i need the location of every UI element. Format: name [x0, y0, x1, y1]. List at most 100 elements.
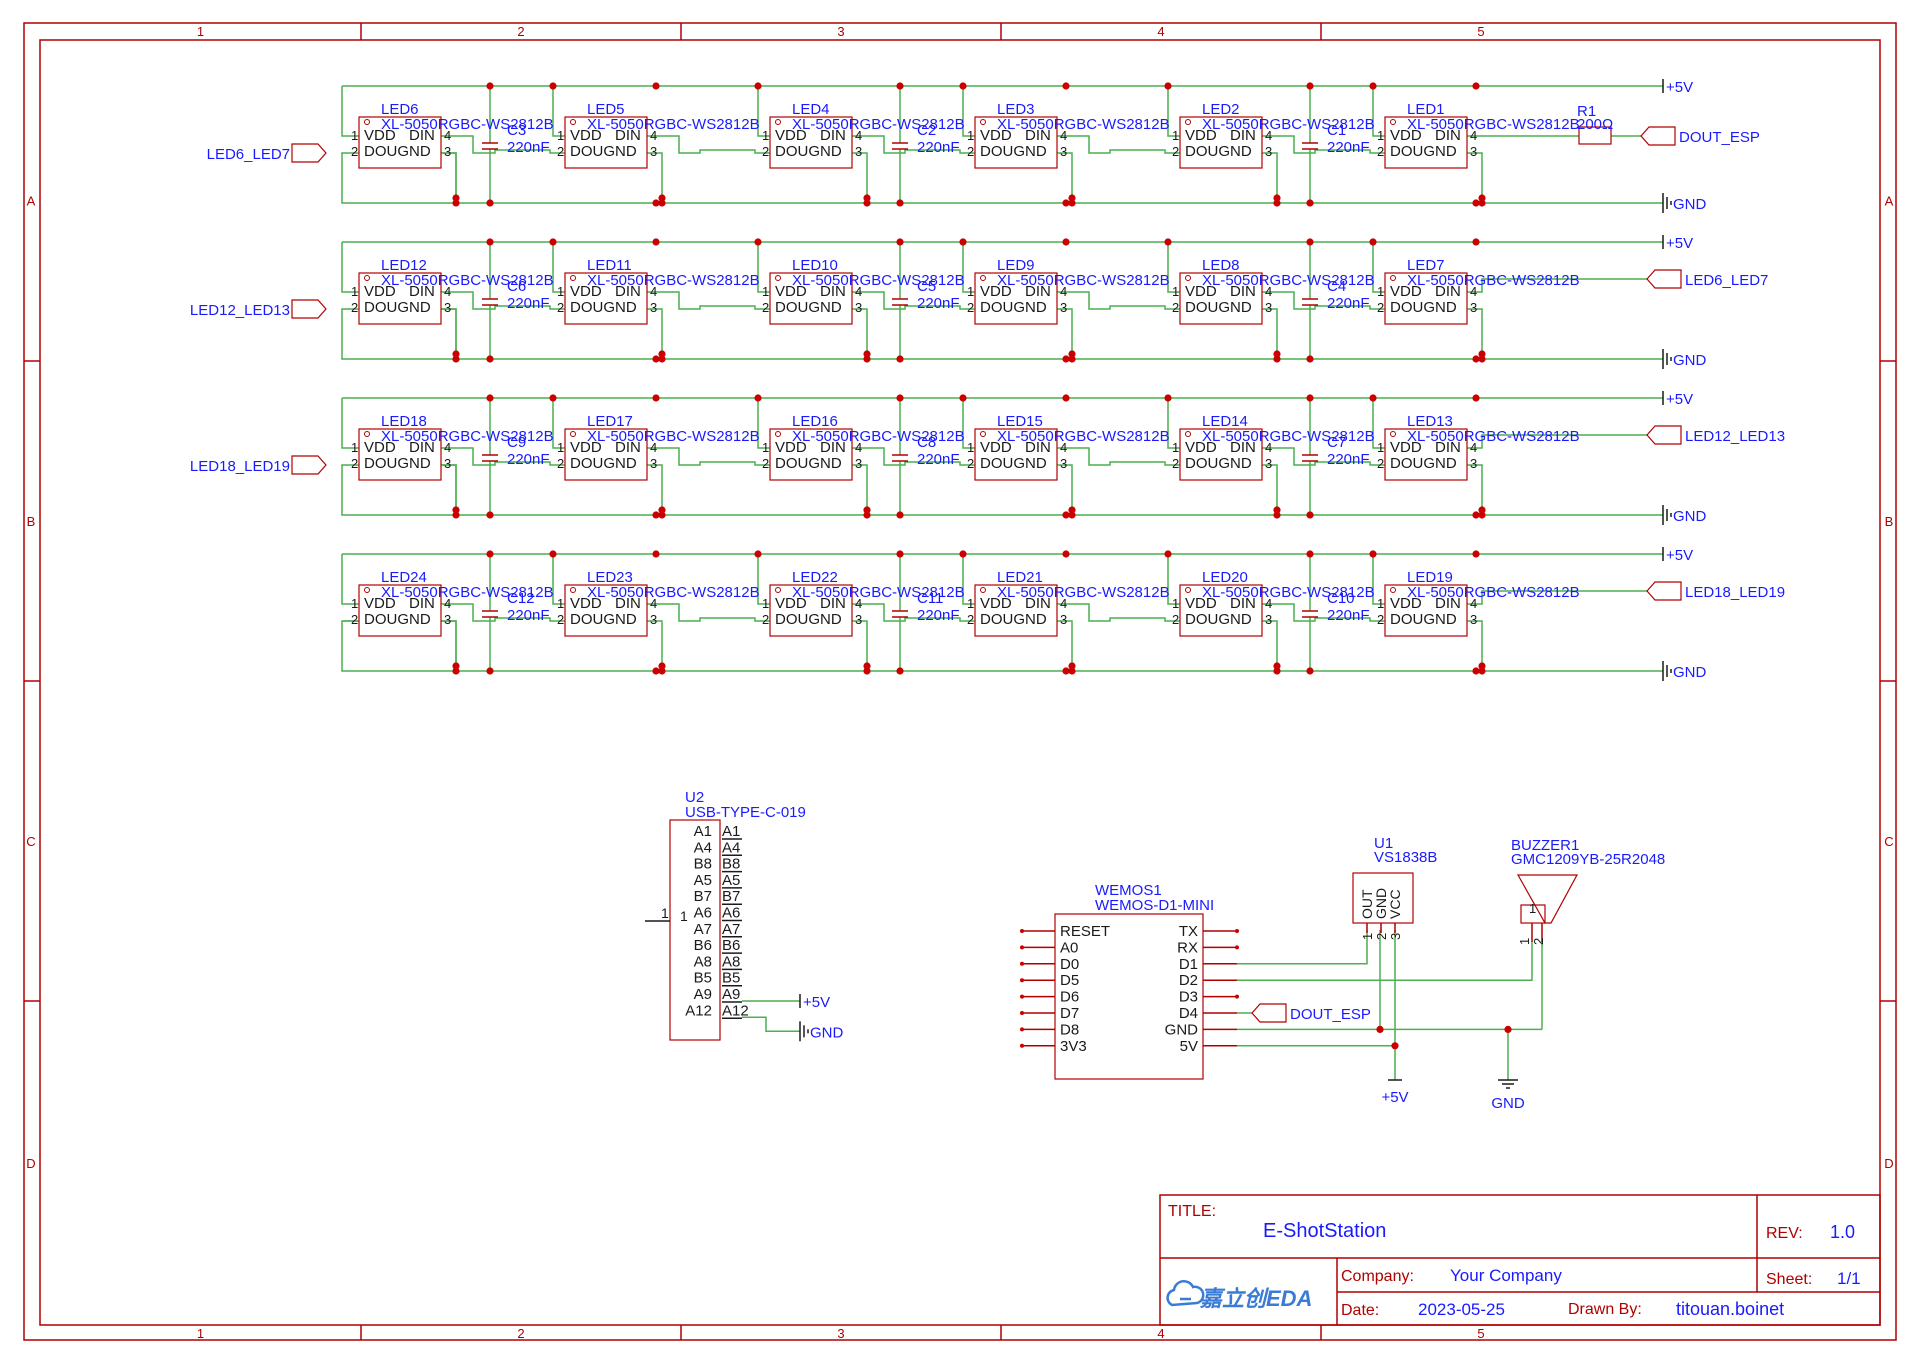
cap-value: 220nF: [507, 451, 550, 468]
wemos-pin-name: TX: [1179, 923, 1198, 940]
pin-num: 3: [855, 300, 862, 315]
led-part: XL-5050RGBC-WS2812B: [587, 428, 760, 445]
usb-pin-num: A6: [722, 905, 740, 922]
junction-dot: [754, 82, 762, 90]
junction-dot: [549, 82, 557, 90]
pin-num: 3: [444, 612, 451, 627]
pin-name-dougnd: DOUGND: [570, 455, 637, 472]
wemos-pin-name: 5V: [1180, 1038, 1198, 1055]
junction-dot: [959, 550, 967, 558]
pin-num: 3: [855, 144, 862, 159]
pin-name-din: DIN: [409, 283, 435, 300]
net-flag: [1646, 269, 1682, 289]
junction-dot: [1062, 238, 1070, 246]
junction-dot: [1273, 194, 1281, 202]
pin-num: 4: [1470, 596, 1477, 611]
junction-dot: [486, 550, 494, 558]
junction-dot: [1472, 199, 1480, 207]
junction-dot: [1068, 194, 1076, 202]
pin-name-vdd: VDD: [775, 595, 807, 612]
column-marker-bottom: 5: [1477, 1326, 1484, 1341]
junction-dot: [1306, 355, 1314, 363]
junction-dot: [896, 394, 904, 402]
usb-pin-name: B5: [694, 970, 712, 987]
pin-num: 1: [1172, 596, 1179, 611]
net-label: LED18_LED19: [1685, 584, 1785, 601]
pin-num: 4: [444, 128, 451, 143]
usb-pin-num: B5: [722, 970, 740, 987]
led-part: XL-5050RGBC-WS2812B: [997, 584, 1170, 601]
usb-pin-name: A4: [694, 839, 712, 856]
pin-name-dougnd: DOUGND: [1185, 143, 1252, 160]
cap-ref: C9: [507, 434, 526, 451]
gnd-label: GND: [1491, 1095, 1525, 1112]
pin-num: 2: [1172, 612, 1179, 627]
buzzer-icon: [1516, 874, 1579, 924]
junction-dot: [1306, 667, 1314, 675]
data-wire: [647, 291, 770, 310]
pin-num: 1: [967, 284, 974, 299]
pin-name-din: DIN: [409, 439, 435, 456]
pin-name-vdd: VDD: [570, 127, 602, 144]
cap-ref: C12: [507, 590, 535, 607]
net-flag: [291, 143, 327, 163]
resistor-value: 200Ω: [1577, 116, 1613, 133]
net-label: LED12_LED13: [190, 302, 290, 319]
pin-num: 3: [1470, 612, 1477, 627]
buzzer-pin-plus: 1: [1529, 901, 1536, 916]
pin-num: 2: [762, 456, 769, 471]
cap-value: 220nF: [1327, 451, 1370, 468]
pin-num: 4: [650, 440, 657, 455]
junction-dot: [896, 82, 904, 90]
led-part: XL-5050RGBC-WS2812B: [1202, 272, 1375, 289]
gnd-label: GND: [1673, 196, 1707, 213]
junction-dot: [452, 194, 460, 202]
pin-num: 2: [1377, 144, 1384, 159]
pin-name-vdd: VDD: [1390, 439, 1422, 456]
junction-dot: [652, 82, 660, 90]
pin-name-dougnd: DOUGND: [980, 143, 1047, 160]
column-marker-bottom: 4: [1157, 1326, 1164, 1341]
ir-pin-num: 1: [1360, 933, 1375, 940]
column-marker-top: 4: [1157, 24, 1164, 39]
pin-name-din: DIN: [1025, 127, 1051, 144]
led-part: XL-5050RGBC-WS2812B: [1202, 428, 1375, 445]
pin-name-vdd: VDD: [1185, 595, 1217, 612]
gnd-label: GND: [1673, 352, 1707, 369]
usb-pin-num: A7: [722, 921, 740, 938]
pin-end: [1020, 929, 1024, 933]
vcc-label: +5V: [1666, 391, 1693, 408]
pin-num: 1: [1172, 128, 1179, 143]
wemos-pin-name: D2: [1179, 972, 1198, 989]
sheet-value: 1/1: [1837, 1269, 1861, 1288]
vcc-label: +5V: [1666, 79, 1693, 96]
net-label: LED6_LED7: [1685, 272, 1768, 289]
column-marker-top: 1: [197, 24, 204, 39]
junction-dot: [1062, 550, 1070, 558]
cap-ref: C8: [917, 434, 936, 451]
pin-num: 2: [557, 300, 564, 315]
pin-name-dougnd: DOUGND: [364, 455, 431, 472]
vcc-label: +5V: [803, 994, 830, 1011]
pin-name-dougnd: DOUGND: [775, 299, 842, 316]
pin-num: 2: [967, 612, 974, 627]
pin-num: 1: [762, 596, 769, 611]
junction-dot: [652, 667, 660, 675]
junction-dot: [1062, 667, 1070, 675]
pin-num: 2: [1377, 456, 1384, 471]
usb-pin-num: A4: [722, 839, 740, 856]
pin-end: [1020, 1043, 1024, 1048]
labels: +5VGNDLED6XL-5050RGBC-WS2812BVDD DINDOUGN…: [190, 79, 1785, 1112]
data-wire: [1057, 291, 1180, 310]
junction-dot: [452, 506, 460, 514]
usb-pin-name: B8: [694, 856, 712, 873]
junction-dot: [863, 662, 871, 670]
row-marker-left: C: [26, 834, 35, 849]
led-part: XL-5050RGBC-WS2812B: [997, 428, 1170, 445]
pin-name-dougnd: DOUGND: [775, 455, 842, 472]
wemos-part: WEMOS-D1-MINI: [1095, 897, 1214, 914]
usb-pin-num: B6: [722, 937, 740, 954]
pin-num: 3: [650, 144, 657, 159]
junction-dot: [1376, 1025, 1384, 1033]
net-label: LED12_LED13: [1685, 428, 1785, 445]
